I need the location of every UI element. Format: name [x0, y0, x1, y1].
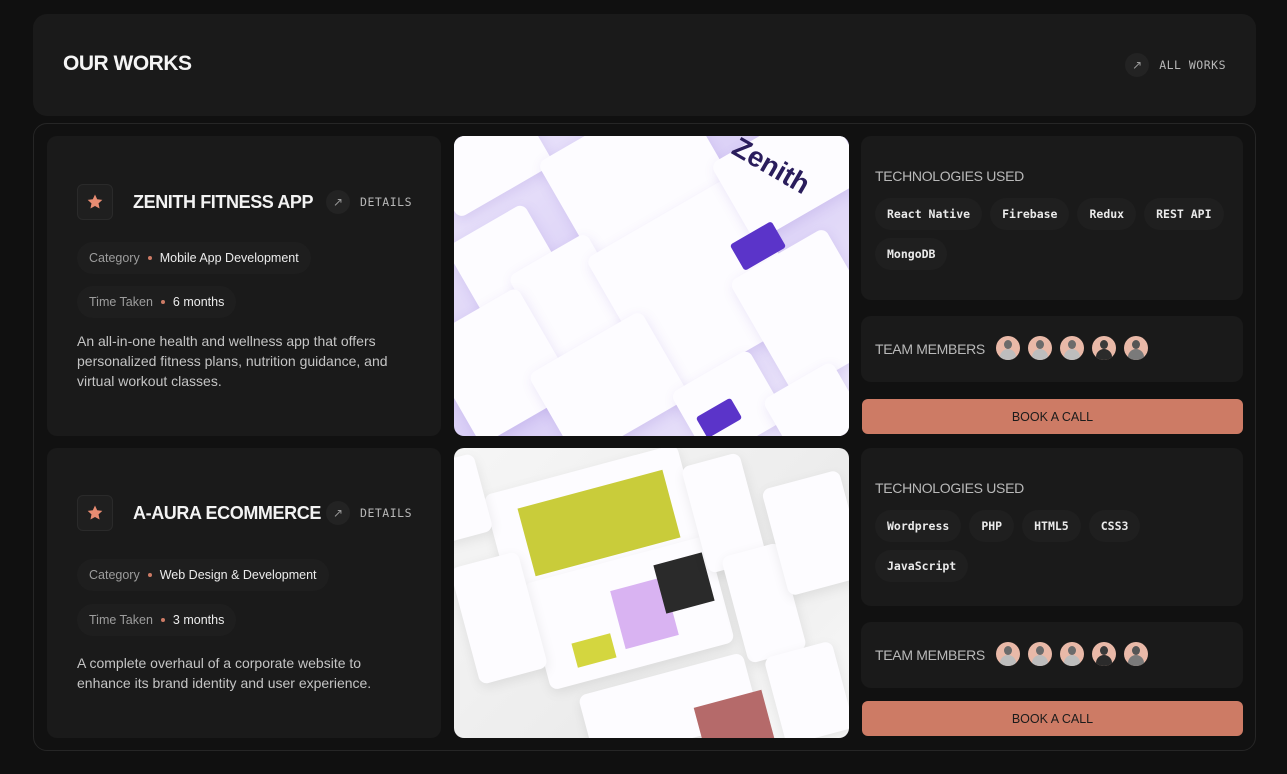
time-label: Time Taken — [89, 295, 153, 309]
project-card: A-AURA ECOMMERCE ↗ DETAILS Category Web … — [47, 448, 1243, 738]
star-logo-icon — [77, 495, 113, 531]
time-label: Time Taken — [89, 613, 153, 627]
team-members-card: TEAM MEMBERS — [861, 316, 1243, 382]
team-avatars — [996, 642, 1148, 666]
technology-chip: React Native — [875, 198, 983, 230]
technology-chip: REST API — [1144, 198, 1224, 230]
project-card: ZENITH FITNESS APP ↗ DETAILS Category Mo… — [47, 136, 1243, 436]
page-title: OUR WORKS — [63, 52, 192, 75]
category-pill: Category Mobile App Development — [77, 242, 311, 274]
avatar[interactable] — [1028, 642, 1052, 666]
time-value: 3 months — [172, 613, 225, 627]
category-value: Mobile App Development — [159, 251, 299, 265]
technologies-label: TECHNOLOGIES USED — [875, 480, 1024, 496]
project-info-card: A-AURA ECOMMERCE ↗ DETAILS Category Web … — [47, 448, 441, 738]
arrow-up-right-icon: ↗ — [326, 190, 351, 214]
technology-chips: React Native Firebase Redux REST API Mon… — [875, 198, 1235, 270]
technology-chip: HTML5 — [1022, 510, 1081, 542]
avatar[interactable] — [996, 336, 1020, 360]
category-label: Category — [89, 251, 140, 265]
avatar[interactable] — [1092, 336, 1116, 360]
technology-chip: PHP — [969, 510, 1015, 542]
project-screenshot[interactable] — [454, 448, 849, 738]
ui-mockup-tile — [454, 136, 555, 219]
technology-chip: MongoDB — [875, 238, 948, 270]
time-taken-pill: Time Taken 6 months — [77, 286, 237, 318]
book-a-call-button[interactable]: BOOK A CALL — [862, 399, 1243, 434]
star-logo-icon — [77, 184, 113, 220]
section-header: OUR WORKS ↗ ALL WORKS — [33, 14, 1256, 116]
project-screenshot[interactable]: Zenith — [454, 136, 849, 436]
avatar[interactable] — [1060, 642, 1084, 666]
book-a-call-button[interactable]: BOOK A CALL — [862, 701, 1243, 736]
arrow-up-right-icon: ↗ — [326, 501, 351, 525]
technology-chip: Redux — [1077, 198, 1137, 230]
details-link[interactable]: ↗ DETAILS — [326, 501, 412, 525]
bullet-dot-icon — [160, 300, 165, 304]
arrow-up-right-icon: ↗ — [1125, 53, 1150, 77]
avatar[interactable] — [1092, 642, 1116, 666]
avatar[interactable] — [996, 642, 1020, 666]
ui-mockup-tile — [763, 640, 849, 738]
details-label: DETAILS — [360, 195, 412, 209]
technologies-card: TECHNOLOGIES USED React Native Firebase … — [861, 136, 1243, 300]
technology-chip: Wordpress — [875, 510, 962, 542]
category-label: Category — [89, 568, 140, 582]
technologies-label: TECHNOLOGIES USED — [875, 168, 1024, 184]
technologies-card: TECHNOLOGIES USED Wordpress PHP HTML5 CS… — [861, 448, 1243, 606]
avatar[interactable] — [1124, 642, 1148, 666]
technology-chip: JavaScript — [875, 550, 969, 582]
bullet-dot-icon — [160, 618, 165, 622]
project-name: A-AURA ECOMMERCE — [133, 502, 321, 523]
team-avatars — [996, 336, 1148, 360]
project-description: A complete overhaul of a corporate websi… — [77, 655, 372, 691]
technology-chip: Firebase — [990, 198, 1070, 230]
category-value: Web Design & Development — [159, 568, 317, 582]
team-members-label: TEAM MEMBERS — [875, 647, 985, 663]
category-pill: Category Web Design & Development — [77, 559, 329, 591]
avatar[interactable] — [1028, 336, 1052, 360]
project-title-row: A-AURA ECOMMERCE — [77, 495, 321, 531]
all-works-link[interactable]: ↗ ALL WORKS — [1125, 53, 1226, 77]
details-label: DETAILS — [360, 506, 412, 520]
team-members-card: TEAM MEMBERS — [861, 622, 1243, 688]
works-list: ZENITH FITNESS APP ↗ DETAILS Category Mo… — [33, 123, 1256, 751]
bullet-dot-icon — [147, 256, 152, 260]
bullet-dot-icon — [147, 573, 152, 577]
time-taken-pill: Time Taken 3 months — [77, 604, 237, 636]
all-works-label: ALL WORKS — [1159, 58, 1226, 72]
technology-chips: Wordpress PHP HTML5 CSS3 JavaScript — [875, 510, 1235, 582]
technology-chip: CSS3 — [1088, 510, 1141, 542]
project-description: An all-in-one health and wellness app th… — [77, 333, 388, 389]
avatar[interactable] — [1124, 336, 1148, 360]
project-title-row: ZENITH FITNESS APP — [77, 184, 314, 220]
avatar[interactable] — [1060, 336, 1084, 360]
project-name: ZENITH FITNESS APP — [133, 191, 314, 212]
details-link[interactable]: ↗ DETAILS — [326, 190, 412, 214]
team-members-label: TEAM MEMBERS — [875, 341, 985, 357]
time-value: 6 months — [172, 295, 225, 309]
project-info-card: ZENITH FITNESS APP ↗ DETAILS Category Mo… — [47, 136, 441, 436]
